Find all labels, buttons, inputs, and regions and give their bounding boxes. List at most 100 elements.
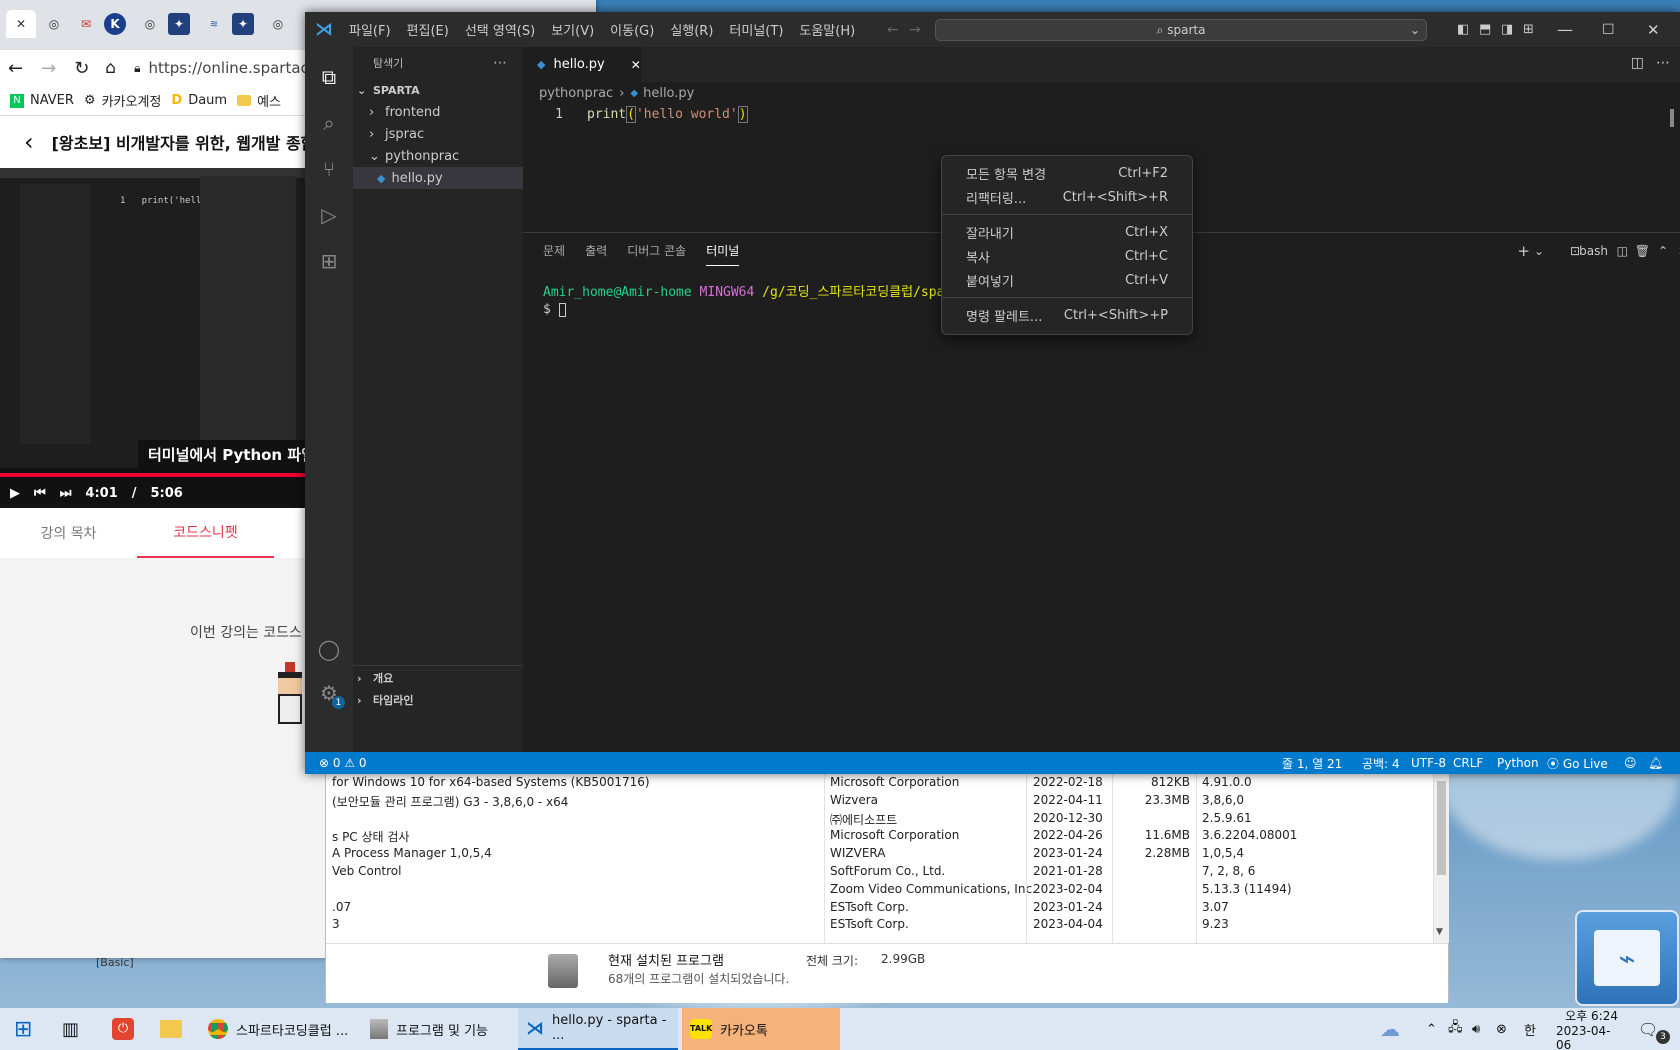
volume-icon[interactable]: 🔊︎ — [1464, 1008, 1480, 1050]
search-view-icon[interactable]: ⌕ — [315, 109, 343, 137]
close-tab-icon[interactable]: ✕ — [631, 58, 641, 72]
close-tab-icon[interactable]: ✕ — [6, 10, 36, 38]
sparta-tab-icon[interactable]: ✦ — [232, 13, 254, 35]
context-menu-item[interactable]: 리팩터링... Ctrl+<Shift>+R — [942, 185, 1192, 209]
bookmark-kakao[interactable]: ⚙︎ 카카오계정 — [84, 91, 161, 110]
chevron-down-icon[interactable]: ⌄ — [1534, 238, 1544, 264]
minimap-slider[interactable] — [1670, 109, 1674, 127]
bookmark-folder[interactable]: 예스 — [237, 91, 281, 110]
workspace-root[interactable]: ⌄ SPARTA — [353, 79, 523, 101]
code-line-1[interactable]: 1 print('hello world') — [523, 104, 1680, 124]
tree-item-hello-py[interactable]: ◆ hello.py — [353, 167, 523, 189]
program-row[interactable]: A Process Manager 1,0,5,4 WIZVERA 2023-01-… — [326, 846, 1426, 865]
context-menu-item[interactable]: 명령 팔레트... Ctrl+<Shift>+P — [942, 303, 1192, 327]
tree-item-frontend[interactable]: › frontend — [353, 101, 523, 123]
program-row[interactable]: 3 ESTsoft Corp. 2023-04-04 9.23 — [326, 917, 1426, 936]
notification-center-icon[interactable]: 🗨︎ 3 — [1630, 1008, 1670, 1050]
menu-item[interactable]: 터미널(T) — [729, 24, 783, 39]
taskbar-app-vscode[interactable]: ⋊ hello.py - sparta - ... — [518, 1008, 678, 1050]
file-explorer-icon[interactable] — [152, 1008, 182, 1050]
split-terminal-icon[interactable]: ◫ — [1617, 238, 1628, 264]
panel-tab-output[interactable]: 출력 — [585, 236, 607, 265]
settings-gear-icon[interactable]: ⚙︎ 1 — [315, 679, 345, 709]
url-text[interactable]: https://online.spartac — [148, 59, 308, 77]
layout-panel-icon[interactable]: ⬒ — [1479, 22, 1491, 37]
maximize-panel-icon[interactable]: ⌃ — [1658, 238, 1668, 264]
k-icon[interactable]: K — [104, 13, 126, 35]
program-row[interactable]: for Windows 10 for x64-based Systems (KB… — [326, 775, 1426, 794]
feedback-icon[interactable]: ☺ — [1624, 756, 1637, 770]
timeline-section[interactable]: › 타임라인 — [353, 689, 523, 711]
golive-status[interactable]: ⦿ Go Live — [1547, 755, 1608, 772]
panel-tab-terminal[interactable]: 터미널 — [706, 236, 740, 266]
clock[interactable]: 오후 6:24 2023-04-06 — [1548, 1008, 1618, 1050]
start-button[interactable]: ⊞ — [6, 1008, 32, 1050]
taskbar-app-chrome[interactable]: 스파르타코딩클럽 ... — [200, 1008, 352, 1050]
close-window-icon[interactable]: ✕ — [1647, 21, 1660, 39]
language-status[interactable]: Python — [1497, 756, 1539, 770]
trash-icon[interactable]: 🗑︎ — [1635, 238, 1650, 264]
maximize-icon[interactable]: ☐ — [1602, 22, 1615, 38]
source-control-icon[interactable]: ⑂ — [315, 155, 343, 183]
editor-tab-hello-py[interactable]: ◆ hello.py ✕ — [523, 47, 641, 82]
tree-item-pythonprac[interactable]: ⌄ pythonprac — [353, 145, 523, 167]
show-hidden-icons-icon[interactable]: ⌃ — [1418, 1008, 1437, 1050]
context-menu-item[interactable]: 복사 Ctrl+C — [942, 244, 1192, 268]
panel-tab-debug-console[interactable]: 디버그 콘솔 — [627, 236, 686, 265]
run-debug-icon[interactable]: ▷ — [315, 201, 343, 229]
outline-section[interactable]: › 개요 — [353, 667, 523, 689]
tree-item-jsprac[interactable]: › jsprac — [353, 123, 523, 145]
account-icon[interactable]: ◯ — [315, 635, 343, 663]
new-terminal-icon[interactable]: + — [1517, 236, 1530, 266]
program-row[interactable]: Zoom Video Communications, Inc. 2023-02-0… — [326, 882, 1426, 901]
breadcrumb-folder[interactable]: pythonprac — [539, 86, 613, 101]
sparta-tab-icon[interactable]: ≋ — [200, 10, 228, 38]
taskbar-app-programs[interactable]: 프로그램 및 기능 — [362, 1008, 512, 1050]
more-actions-icon[interactable]: ⋯ — [493, 55, 507, 71]
more-actions-icon[interactable]: ⋯ — [1656, 55, 1670, 71]
tab-code-snippet[interactable]: 코드스니펫 — [137, 508, 274, 558]
menu-item[interactable]: 파일(F) — [349, 24, 391, 39]
problems-status[interactable]: ⊗ 0 ⚠ 0 — [319, 756, 367, 770]
home-icon[interactable]: ⌂ — [105, 58, 116, 78]
panel-tab-problems[interactable]: 문제 — [543, 236, 565, 265]
menu-item[interactable]: 이동(G) — [610, 24, 654, 39]
play-icon[interactable]: ▶ — [10, 486, 20, 501]
context-menu-item[interactable]: 붙여넣기 Ctrl+V — [942, 268, 1192, 292]
eol-status[interactable]: CRLF — [1453, 756, 1483, 770]
programs-scrollbar[interactable]: ▼ — [1433, 771, 1449, 943]
layout-custom-icon[interactable]: ⊞ — [1523, 22, 1534, 37]
power-app-icon[interactable]: ⏻ — [104, 1008, 134, 1050]
menu-item[interactable]: 도움말(H) — [799, 24, 855, 39]
split-editor-icon[interactable]: ◫ — [1631, 55, 1644, 71]
reload-icon[interactable]: ↻ — [74, 58, 89, 79]
scroll-down-icon[interactable]: ▼ — [1436, 927, 1443, 937]
explorer-icon[interactable]: ⧉ — [315, 63, 343, 91]
back-chevron-icon[interactable]: ‹ — [24, 128, 34, 156]
command-center-search[interactable]: ⌕ sparta ⌄ — [935, 19, 1427, 41]
chrome-tab-icon[interactable]: ◎ — [40, 10, 68, 38]
network-icon[interactable]: 🖧︎ — [1440, 1008, 1463, 1050]
menu-item[interactable]: 실행(R) — [670, 24, 713, 39]
sparta-tab-icon[interactable]: ✦ — [168, 13, 190, 35]
bookmark-daum[interactable]: D Daum — [171, 93, 227, 108]
program-row[interactable]: s PC 상태 검사 Microsoft Corporation 2022-04-2… — [326, 828, 1426, 847]
context-menu-item[interactable]: 잘라내기 Ctrl+X — [942, 220, 1192, 244]
usb-drive-icon[interactable]: ⌁ — [1575, 910, 1679, 1006]
bookmark-naver[interactable]: N NAVER — [10, 93, 74, 108]
menu-item[interactable]: 보기(V) — [551, 24, 594, 39]
cursor-position[interactable]: 줄 1, 열 21 — [1282, 755, 1342, 772]
chevron-down-icon[interactable]: ⌄ — [1410, 23, 1420, 37]
task-view-icon[interactable]: ▥ — [54, 1008, 79, 1050]
taskbar-app-kakaotalk[interactable]: TALK 카카오톡 — [682, 1008, 840, 1050]
previous-icon[interactable]: ⏮ — [34, 486, 46, 501]
layout-secondary-icon[interactable]: ◨ — [1501, 22, 1513, 37]
chrome-tab-icon[interactable]: ◎ — [136, 10, 164, 38]
nav-back-icon[interactable]: ← — [887, 22, 899, 38]
back-arrow-icon[interactable]: ← — [8, 58, 23, 79]
no-connection-icon[interactable]: ⊗ — [1488, 1008, 1507, 1050]
program-row[interactable]: .07 ESTsoft Corp. 2023-01-24 3.07 — [326, 900, 1426, 919]
weather-icon[interactable]: ☁ — [1372, 1008, 1400, 1050]
nav-forward-icon[interactable]: → — [909, 22, 921, 38]
menu-item[interactable]: 선택 영역(S) — [465, 24, 535, 39]
